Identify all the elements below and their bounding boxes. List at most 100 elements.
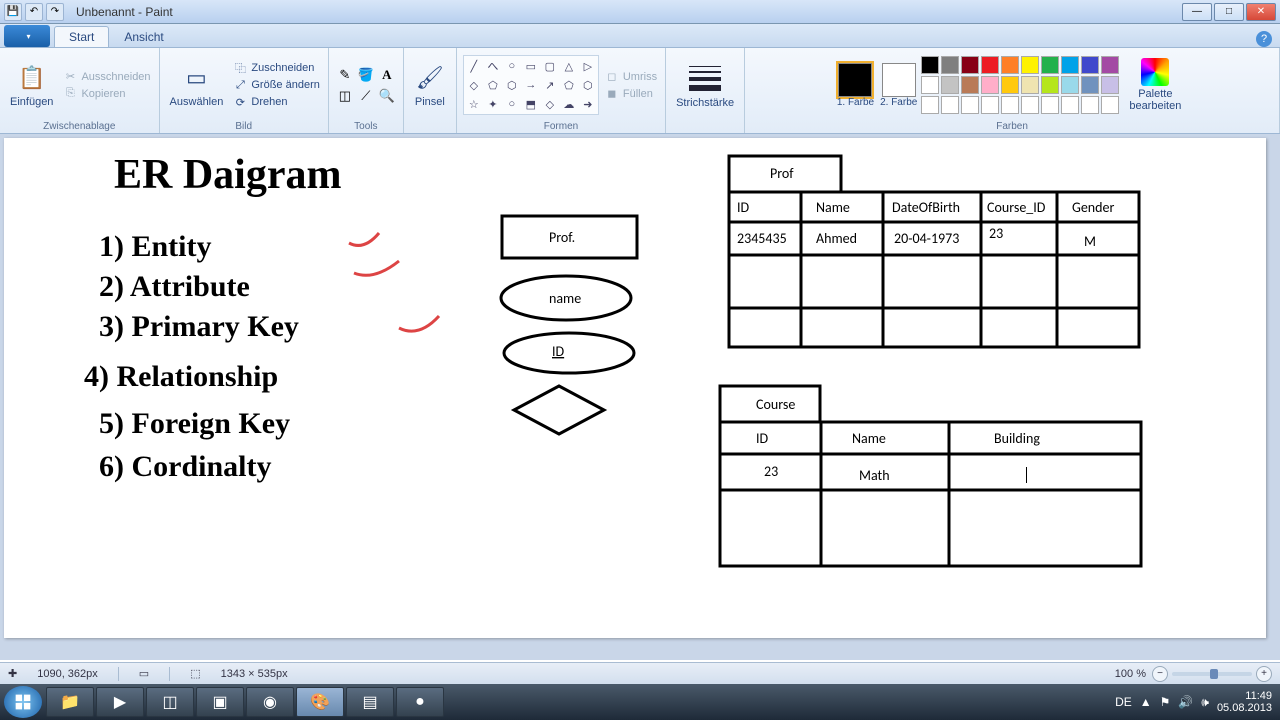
edit-colors-button[interactable]: Palette bearbeiten bbox=[1123, 56, 1187, 114]
palette-swatch[interactable] bbox=[1041, 56, 1059, 74]
shape-item[interactable]: ⬒ bbox=[522, 95, 540, 113]
stroke-button[interactable]: Strichstärke bbox=[672, 60, 738, 111]
battery-icon[interactable]: 🕪 bbox=[1201, 695, 1209, 710]
zoom-tool[interactable]: 🔍 bbox=[377, 86, 397, 106]
redo-icon[interactable]: ↷ bbox=[46, 3, 64, 21]
palette-swatch[interactable] bbox=[1041, 76, 1059, 94]
shape-item[interactable]: ➜ bbox=[579, 95, 597, 113]
palette-swatch[interactable] bbox=[1081, 56, 1099, 74]
palette-swatch[interactable] bbox=[921, 76, 939, 94]
save-icon[interactable]: 💾 bbox=[4, 3, 22, 21]
palette-swatch[interactable] bbox=[1061, 76, 1079, 94]
shape-item[interactable]: ○ bbox=[503, 57, 521, 75]
copy-button[interactable]: ⎘Kopieren bbox=[61, 86, 152, 102]
palette-swatch[interactable] bbox=[921, 56, 939, 74]
palette-empty[interactable] bbox=[1021, 96, 1039, 114]
palette-swatch[interactable] bbox=[1021, 76, 1039, 94]
file-menu-button[interactable] bbox=[4, 25, 50, 47]
canvas[interactable]: ER Daigram 1) Entity 2) Attribute 3) Pri… bbox=[4, 138, 1266, 638]
color-palette[interactable] bbox=[921, 56, 1119, 114]
shape-item[interactable]: ☁ bbox=[560, 95, 578, 113]
palette-swatch[interactable] bbox=[981, 76, 999, 94]
maximize-button[interactable]: □ bbox=[1214, 3, 1244, 21]
undo-icon[interactable]: ↶ bbox=[25, 3, 43, 21]
task-notes[interactable]: ▤ bbox=[346, 687, 394, 717]
picker-tool[interactable]: ⟋ bbox=[356, 86, 376, 106]
shape-item[interactable]: △ bbox=[560, 57, 578, 75]
shape-item[interactable]: ↗ bbox=[541, 76, 559, 94]
close-button[interactable]: ✕ bbox=[1246, 3, 1276, 21]
palette-empty[interactable] bbox=[921, 96, 939, 114]
task-terminal[interactable]: ▣ bbox=[196, 687, 244, 717]
start-button[interactable] bbox=[4, 686, 42, 718]
shape-item[interactable]: → bbox=[522, 76, 540, 94]
rotate-button[interactable]: ⟳Drehen bbox=[231, 94, 321, 110]
text-tool[interactable]: A bbox=[377, 65, 397, 85]
zoom-slider[interactable] bbox=[1172, 672, 1252, 676]
fill-button[interactable]: ◼Füllen bbox=[603, 86, 659, 102]
shape-item[interactable]: ▭ bbox=[522, 57, 540, 75]
palette-swatch[interactable] bbox=[1001, 56, 1019, 74]
shape-item[interactable]: ○ bbox=[503, 95, 521, 113]
palette-swatch[interactable] bbox=[961, 56, 979, 74]
palette-empty[interactable] bbox=[941, 96, 959, 114]
palette-empty[interactable] bbox=[961, 96, 979, 114]
shape-item[interactable]: ⬠ bbox=[560, 76, 578, 94]
paste-button[interactable]: 📋 Einfügen bbox=[6, 60, 57, 110]
resize-button[interactable]: ⤢Größe ändern bbox=[231, 77, 321, 93]
palette-empty[interactable] bbox=[1101, 96, 1119, 114]
shape-item[interactable]: ☆ bbox=[465, 95, 483, 113]
palette-swatch[interactable] bbox=[1101, 56, 1119, 74]
select-button[interactable]: ▭ Auswählen bbox=[166, 60, 228, 110]
task-chrome[interactable]: ◉ bbox=[246, 687, 294, 717]
shape-item[interactable]: へ bbox=[484, 57, 502, 75]
minimize-button[interactable]: — bbox=[1182, 3, 1212, 21]
shape-item[interactable]: ⬠ bbox=[484, 76, 502, 94]
eraser-tool[interactable]: ◫ bbox=[335, 86, 355, 106]
tab-start[interactable]: Start bbox=[54, 26, 109, 47]
color1-well[interactable]: 1. Farbe bbox=[837, 63, 874, 108]
lang-indicator[interactable]: DE bbox=[1115, 695, 1132, 709]
shape-item[interactable]: ⬡ bbox=[579, 76, 597, 94]
volume-icon[interactable]: 🔊 bbox=[1178, 695, 1193, 709]
task-recorder[interactable]: ● bbox=[396, 687, 444, 717]
zoom-out-button[interactable]: − bbox=[1152, 666, 1168, 682]
cut-button[interactable]: ✂Ausschneiden bbox=[61, 69, 152, 85]
palette-swatch[interactable] bbox=[1061, 56, 1079, 74]
clock[interactable]: 11:49 05.08.2013 bbox=[1217, 690, 1272, 714]
task-tiles[interactable]: ◫ bbox=[146, 687, 194, 717]
outline-button[interactable]: ◻Umriss bbox=[603, 69, 659, 85]
network-icon[interactable]: ⚑ bbox=[1160, 695, 1171, 709]
shape-item[interactable]: ╱ bbox=[465, 57, 483, 75]
palette-swatch[interactable] bbox=[1101, 76, 1119, 94]
palette-swatch[interactable] bbox=[981, 56, 999, 74]
task-explorer[interactable]: 📁 bbox=[46, 687, 94, 717]
tab-ansicht[interactable]: Ansicht bbox=[109, 26, 178, 47]
flag-icon[interactable]: ▲ bbox=[1140, 695, 1152, 709]
help-icon[interactable]: ? bbox=[1256, 31, 1272, 47]
palette-empty[interactable] bbox=[1061, 96, 1079, 114]
palette-swatch[interactable] bbox=[941, 76, 959, 94]
color2-well[interactable]: 2. Farbe bbox=[880, 63, 917, 108]
palette-swatch[interactable] bbox=[1001, 76, 1019, 94]
palette-swatch[interactable] bbox=[941, 56, 959, 74]
shape-item[interactable]: ✦ bbox=[484, 95, 502, 113]
task-paint[interactable]: 🎨 bbox=[296, 687, 344, 717]
zoom-control[interactable]: − + bbox=[1152, 666, 1272, 682]
brush-button[interactable]: 🖌 Pinsel bbox=[410, 60, 450, 110]
shape-item[interactable]: ⬡ bbox=[503, 76, 521, 94]
palette-swatch[interactable] bbox=[1021, 56, 1039, 74]
palette-swatch[interactable] bbox=[1081, 76, 1099, 94]
shape-item[interactable]: ◇ bbox=[465, 76, 483, 94]
task-media[interactable]: ▶ bbox=[96, 687, 144, 717]
crop-button[interactable]: ⿻Zuschneiden bbox=[231, 60, 321, 76]
pencil-tool[interactable]: ✎ bbox=[335, 65, 355, 85]
shapes-gallery[interactable]: ╱へ○▭▢△▷◇⬠⬡→↗⬠⬡☆✦○⬒◇☁➜ bbox=[463, 55, 599, 115]
palette-swatch[interactable] bbox=[961, 76, 979, 94]
zoom-in-button[interactable]: + bbox=[1256, 666, 1272, 682]
palette-empty[interactable] bbox=[981, 96, 999, 114]
palette-empty[interactable] bbox=[1081, 96, 1099, 114]
shape-item[interactable]: ▢ bbox=[541, 57, 559, 75]
shape-item[interactable]: ◇ bbox=[541, 95, 559, 113]
fill-tool[interactable]: 🪣 bbox=[356, 65, 376, 85]
